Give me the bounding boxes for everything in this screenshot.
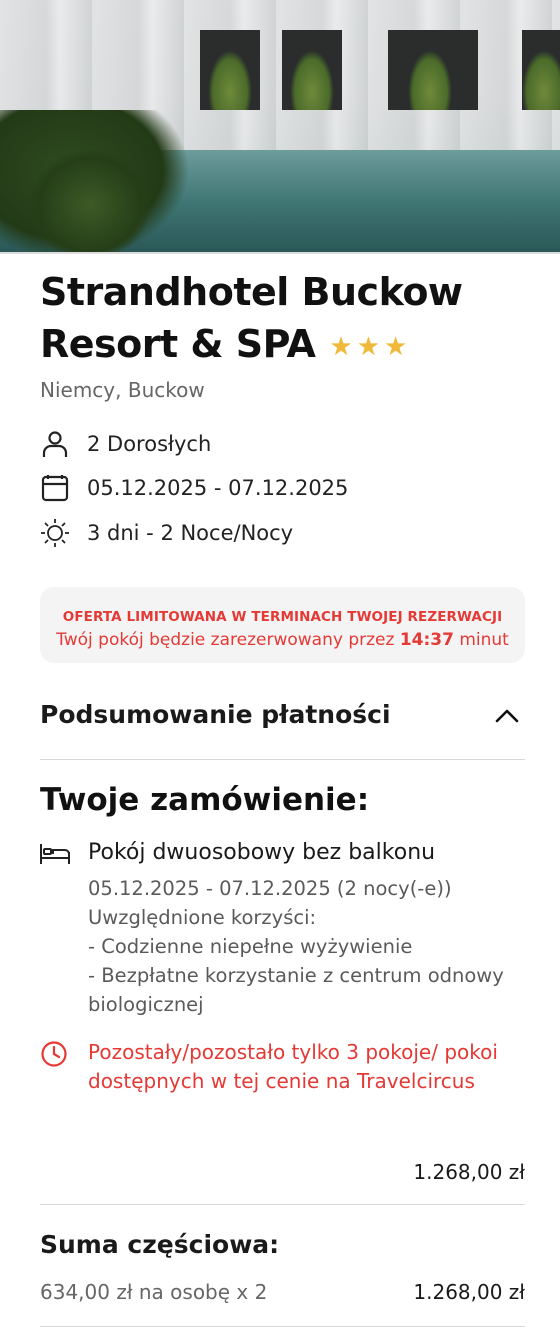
benefit-item: - Bezpłatne korzystanie z centrum odnowy… (88, 964, 504, 1016)
price-per-person: 634,00 zł na osobę x 2 (40, 1280, 268, 1304)
guests-row: 2 Dorosłych (40, 429, 211, 459)
room-details: 05.12.2025 - 07.12.2025 (2 nocy(-e)) Uwz… (88, 874, 508, 1019)
bed-icon (40, 842, 70, 866)
star-rating: ★★★ (329, 332, 412, 362)
payment-summary-label: Podsumowanie płatności (40, 700, 391, 729)
room-price: 1.268,00 zł (413, 1160, 525, 1184)
offer-message: Twój pokój będzie zarezerwowany przez 14… (40, 630, 525, 650)
offer-countdown: 14:37 (399, 630, 454, 650)
duration-text: 3 dni - 2 Noce/Nocy (87, 521, 294, 545)
subtotal-title: Suma częściowa: (40, 1230, 280, 1259)
offer-headline: OFERTA LIMITOWANA W TERMINACH TWOJEJ REZ… (62, 609, 503, 625)
person-icon (40, 429, 70, 459)
divider (40, 1204, 525, 1205)
calendar-icon (40, 473, 70, 503)
offer-message-suffix: minut (459, 630, 509, 650)
room-name: Pokój dwuosobowy bez balkonu (88, 840, 436, 865)
guests-text: 2 Dorosłych (87, 432, 212, 456)
room-dates: 05.12.2025 - 07.12.2025 (2 nocy(-e)) (88, 877, 452, 900)
dates-text: 05.12.2025 - 07.12.2025 (87, 476, 349, 500)
dates-row: 05.12.2025 - 07.12.2025 (40, 473, 348, 503)
limited-offer-banner: OFERTA LIMITOWANA W TERMINACH TWOJEJ REZ… (40, 587, 525, 663)
hotel-location: Niemcy, Buckow (40, 378, 205, 402)
order-title: Twoje zamówienie: (40, 782, 370, 818)
subtotal-amount: 1.268,00 zł (413, 1280, 525, 1304)
benefits-label: Uwzględnione korzyści: (88, 906, 317, 929)
availability-message: Pozostały/pozostało tylko 3 pokoje/ poko… (88, 1040, 498, 1093)
hotel-title: Strandhotel Buckow Resort & SPA ★★★ (40, 266, 520, 373)
sun-icon (40, 518, 70, 548)
divider (40, 759, 525, 760)
offer-message-prefix: Twój pokój będzie zarezerwowany przez (56, 630, 395, 650)
benefit-item: - Codzienne niepełne wyżywienie (88, 935, 413, 958)
divider (40, 1326, 525, 1327)
duration-row: 3 dni - 2 Noce/Nocy (40, 518, 293, 548)
hotel-hero-image (0, 0, 560, 254)
clock-icon (40, 1040, 68, 1068)
chevron-up-icon[interactable] (493, 703, 521, 727)
payment-summary-toggle[interactable]: Podsumowanie płatności (40, 697, 525, 733)
